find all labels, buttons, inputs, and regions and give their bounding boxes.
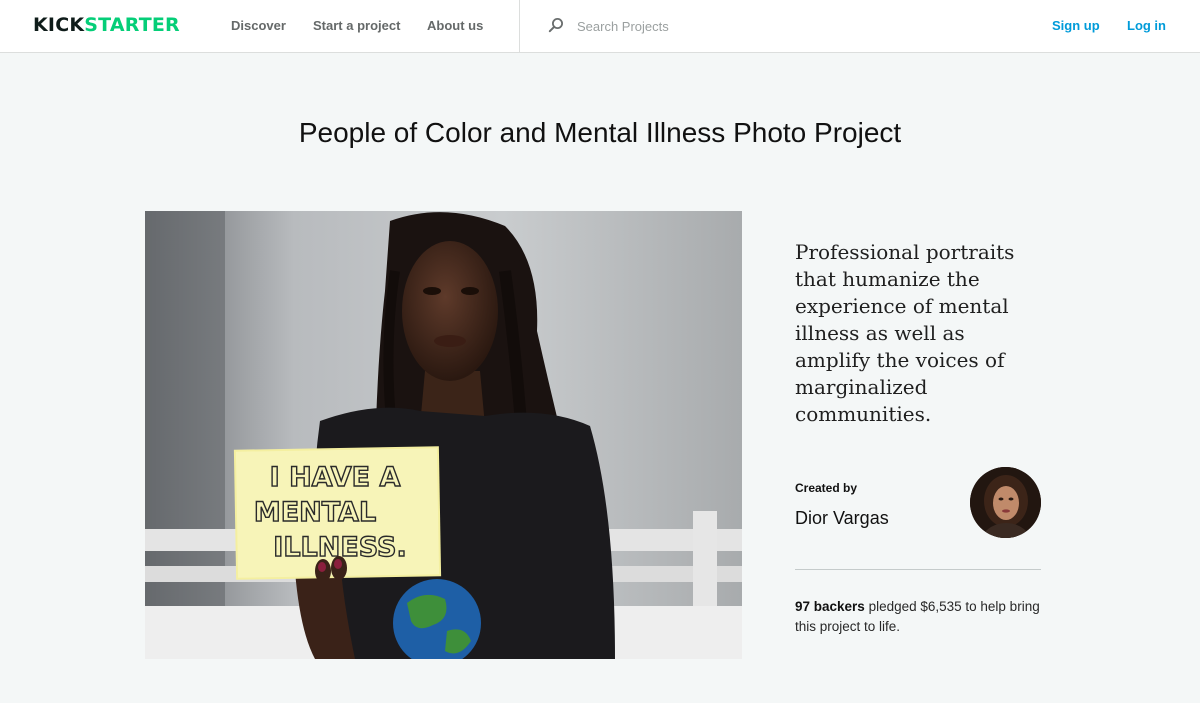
funding-summary: 97 backers pledged $6,535 to help bring …: [795, 597, 1045, 637]
login-link[interactable]: Log in: [1127, 18, 1166, 34]
sign-line-1: I HAVE A: [270, 462, 401, 493]
created-by-label: Created by: [795, 481, 858, 495]
backers-count: 97 backers: [795, 599, 865, 614]
nav-start-project[interactable]: Start a project: [313, 18, 400, 34]
nav-divider: [519, 0, 520, 53]
project-blurb: Professional portraits that humanize the…: [795, 240, 1015, 426]
avatar-image: [970, 467, 1041, 538]
signup-link[interactable]: Sign up: [1052, 18, 1100, 34]
search-input[interactable]: [577, 15, 877, 37]
project-video-thumbnail[interactable]: I HAVE A MENTAL ILLNESS.: [145, 211, 742, 659]
search-icon[interactable]: [548, 17, 564, 33]
project-title: People of Color and Mental Illness Photo…: [298, 117, 902, 148]
sign-line-2: MENTAL: [254, 497, 376, 528]
creator-avatar[interactable]: [970, 467, 1041, 538]
nav-about-us[interactable]: About us: [427, 18, 483, 34]
top-navigation-bar: KICKSTARTER Discover Start a project Abo…: [0, 0, 1200, 53]
portrait-photo: I HAVE A MENTAL ILLNESS.: [145, 211, 742, 659]
logo-kick: KICK: [33, 14, 85, 36]
creator-name[interactable]: Dior Vargas: [795, 507, 889, 529]
logo-starter: STARTER: [84, 14, 180, 36]
creator-divider: [795, 569, 1041, 570]
kickstarter-logo[interactable]: KICKSTARTER: [33, 14, 180, 36]
nav-discover[interactable]: Discover: [231, 18, 286, 34]
